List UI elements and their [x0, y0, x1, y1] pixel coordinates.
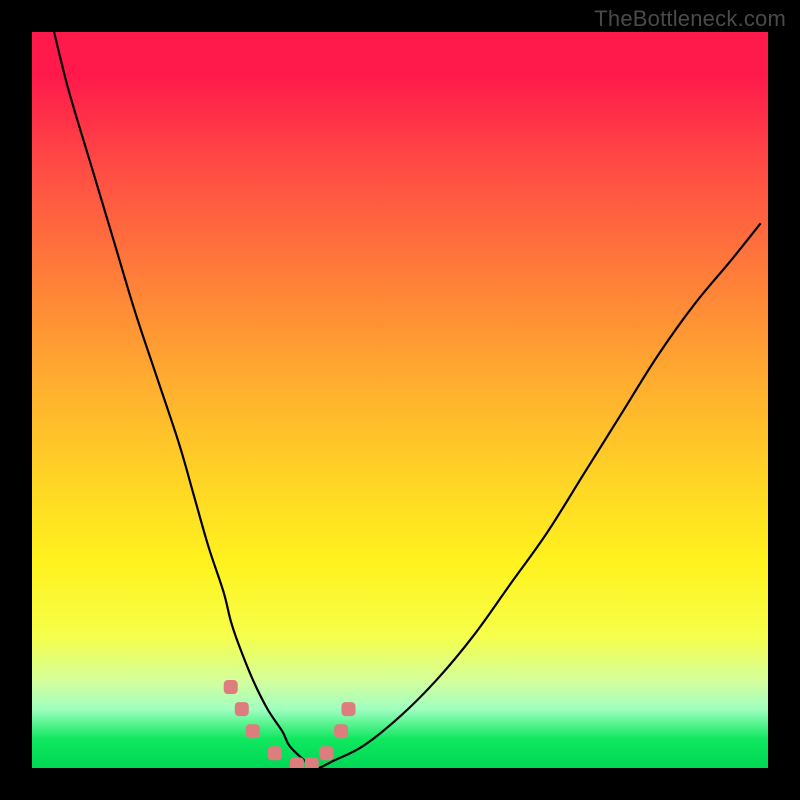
- bottleneck-curve: [54, 32, 761, 768]
- curve-marker: [224, 680, 238, 694]
- watermark-text: TheBottleneck.com: [594, 6, 786, 32]
- curve-marker: [268, 746, 282, 760]
- curve-marker: [305, 757, 319, 768]
- curve-layer: [32, 32, 768, 768]
- curve-markers: [224, 680, 356, 768]
- curve-marker: [334, 724, 348, 738]
- curve-marker: [235, 702, 249, 716]
- curve-marker: [246, 724, 260, 738]
- curve-marker: [319, 746, 333, 760]
- plot-area: [32, 32, 768, 768]
- curve-marker: [290, 757, 304, 768]
- curve-marker: [341, 702, 355, 716]
- chart-frame: TheBottleneck.com: [0, 0, 800, 800]
